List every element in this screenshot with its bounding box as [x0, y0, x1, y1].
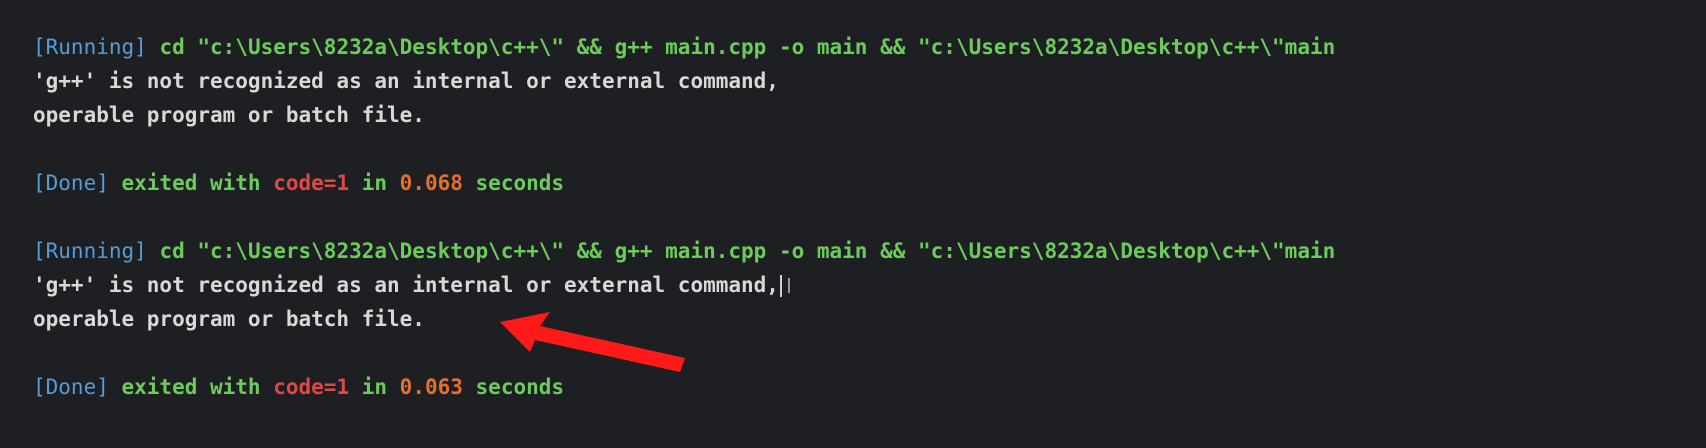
command-text: cd "c:\Users\8232a\Desktop\c++\" && g++ …: [146, 35, 1336, 59]
command-text: cd "c:\Users\8232a\Desktop\c++\" && g++ …: [146, 239, 1336, 263]
error-line: 'g++' is not recognized as an internal o…: [33, 268, 1706, 302]
text-caret: [779, 275, 782, 297]
elapsed-time: 0.063: [399, 375, 463, 399]
running-line: [Running] cd "c:\Users\8232a\Desktop\c++…: [33, 234, 1706, 268]
error-text: operable program or batch file.: [33, 307, 425, 331]
text-ibeam-cursor-icon: I: [785, 274, 792, 298]
red-arrow-icon: [500, 312, 685, 372]
running-tag: [Running]: [33, 35, 147, 59]
exit-code: code=1: [273, 171, 350, 195]
exited-text: exited with: [108, 375, 274, 399]
error-line: operable program or batch file.: [33, 302, 1706, 336]
error-text: operable program or batch file.: [33, 103, 425, 127]
output-terminal[interactable]: [Running] cd "c:\Users\8232a\Desktop\c++…: [0, 0, 1706, 448]
error-line: operable program or batch file.: [33, 98, 1706, 132]
elapsed-time: 0.068: [399, 171, 463, 195]
done-tag: [Done]: [33, 171, 109, 195]
running-line: [Running] cd "c:\Users\8232a\Desktop\c++…: [33, 30, 1706, 64]
seconds-text: seconds: [462, 171, 565, 195]
exited-text: exited with: [108, 171, 274, 195]
error-text: 'g++' is not recognized as an internal o…: [33, 273, 779, 297]
exit-code: code=1: [273, 375, 350, 399]
error-line: 'g++' is not recognized as an internal o…: [33, 64, 1706, 98]
running-tag: [Running]: [33, 239, 147, 263]
done-line: [Done] exited with code=1 in 0.068 secon…: [33, 166, 1706, 200]
error-text: 'g++' is not recognized as an internal o…: [33, 69, 779, 93]
done-line: [Done] exited with code=1 in 0.063 secon…: [33, 370, 1706, 404]
in-text: in: [349, 171, 400, 195]
done-tag: [Done]: [33, 375, 109, 399]
in-text: in: [349, 375, 400, 399]
